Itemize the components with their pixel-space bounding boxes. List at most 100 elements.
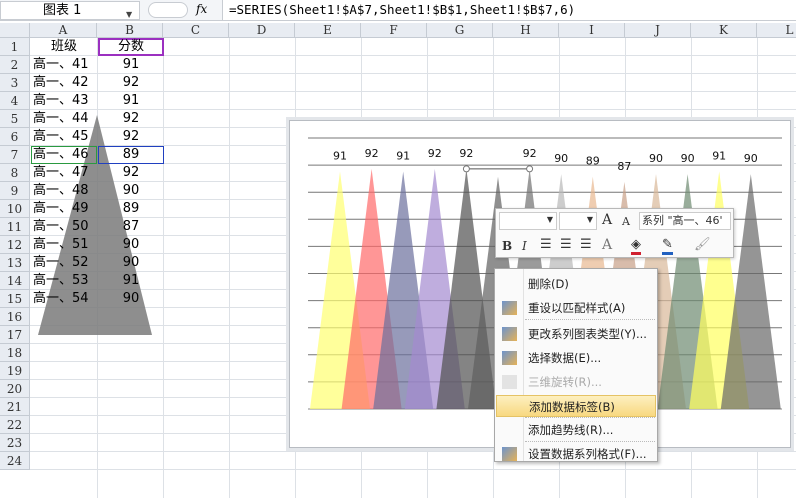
formula-cancel-button[interactable] (148, 2, 188, 18)
menu-item[interactable]: 删除(D) (496, 273, 656, 295)
data-label: 90 (649, 152, 663, 165)
cell-score[interactable]: 92 (98, 128, 164, 146)
selected-cell-a7 (31, 146, 97, 164)
row-header-22[interactable]: 22 (0, 416, 30, 434)
menu-separator (525, 319, 655, 320)
column-header-g[interactable]: G (427, 23, 493, 38)
row-header-21[interactable]: 21 (0, 398, 30, 416)
formula-bar: 图表 1 ▼ fx =SERIES(Sheet1!$A$7,Sheet1!$B$1… (0, 0, 796, 21)
row-header-23[interactable]: 23 (0, 434, 30, 452)
cell-score[interactable]: 91 (98, 56, 164, 74)
column-header-l[interactable]: L (757, 23, 796, 38)
chart-type-icon (502, 327, 517, 341)
cell-class[interactable]: 高一、44 (33, 110, 89, 128)
italic-button[interactable]: I (522, 239, 527, 253)
menu-item-label: 添加趋势线(R)... (528, 423, 614, 437)
column-header-e[interactable]: E (295, 23, 361, 38)
menu-separator (525, 417, 655, 418)
menu-item-label: 三维旋转(R)... (528, 375, 602, 389)
column-header-k[interactable]: K (691, 23, 757, 38)
cell-score[interactable]: 89 (98, 146, 164, 164)
cell-score[interactable]: 92 (98, 110, 164, 128)
menu-item[interactable]: 设置数据系列格式(F)... (496, 443, 656, 465)
cell-class[interactable]: 高一、52 (33, 254, 89, 272)
align-left-button[interactable]: ☰ (540, 237, 552, 252)
cell-class[interactable]: 高一、51 (33, 236, 89, 254)
menu-item[interactable]: 添加数据标签(B) (496, 395, 656, 417)
insert-function-icon[interactable]: fx (196, 2, 207, 16)
cell-class[interactable]: 高一、48 (33, 182, 89, 200)
menu-separator (525, 441, 655, 442)
name-box-value: 图表 1 (43, 3, 82, 18)
cell-class[interactable]: 高一、41 (33, 56, 89, 74)
select-data-icon (502, 351, 517, 365)
row-header-20[interactable]: 20 (0, 380, 30, 398)
context-menu: 删除(D) 重设以匹配样式(A) 更改系列图表类型(Y)... 选择数据(E)... 三… (494, 268, 658, 462)
menu-item[interactable]: 三维旋转(R)... (496, 371, 656, 393)
gridline (30, 451, 796, 452)
cell-a1[interactable]: 班级 (31, 38, 97, 56)
outline-color-icon[interactable]: ✎ (662, 237, 673, 255)
chevron-down-icon[interactable]: ▼ (126, 6, 132, 23)
font-size-select[interactable]: ▼ (559, 212, 597, 230)
data-label: 90 (744, 152, 758, 165)
cell-class[interactable]: 高一、49 (33, 200, 89, 218)
menu-item-label: 更改系列图表类型(Y)... (528, 327, 647, 341)
column-header-i[interactable]: I (559, 23, 625, 38)
format-series-icon (502, 447, 517, 461)
shrink-font-button[interactable]: A (622, 215, 630, 228)
font-color-button[interactable]: A (602, 237, 612, 253)
3d-rotate-icon (502, 375, 517, 389)
data-label: 91 (333, 149, 347, 162)
data-label: 90 (554, 152, 568, 165)
row-header-19[interactable]: 19 (0, 362, 30, 380)
menu-item-label: 重设以匹配样式(A) (528, 301, 626, 315)
format-painter-icon[interactable]: 🖌 (694, 237, 711, 252)
column-header-d[interactable]: D (229, 23, 295, 38)
cell-class[interactable]: 高一、50 (33, 218, 89, 236)
data-label: 91 (712, 149, 726, 162)
cell-score[interactable]: 90 (98, 254, 164, 272)
cell-class[interactable]: 高一、43 (33, 92, 89, 110)
chevron-down-icon: ▼ (586, 215, 593, 224)
data-label: 90 (681, 152, 695, 165)
bold-button[interactable]: B (502, 239, 512, 253)
name-box[interactable]: 图表 1 ▼ (0, 1, 140, 20)
cell-score[interactable]: 89 (98, 200, 164, 218)
formula-input[interactable]: =SERIES(Sheet1!$A$7,Sheet1!$B$1,Sheet1!$… (222, 0, 796, 20)
cell-score[interactable]: 90 (98, 236, 164, 254)
menu-item[interactable]: 更改系列图表类型(Y)... (496, 323, 656, 345)
menu-item[interactable]: 重设以匹配样式(A) (496, 297, 656, 319)
cell-score[interactable]: 87 (98, 218, 164, 236)
column-header-j[interactable]: J (625, 23, 691, 38)
cell-score[interactable]: 91 (98, 92, 164, 110)
grow-font-button[interactable]: A (602, 212, 612, 228)
menu-item-label: 添加数据标签(B) (529, 400, 615, 414)
fill-color-icon[interactable]: ◈ (631, 237, 641, 255)
align-right-button[interactable]: ☰ (580, 237, 592, 252)
data-label: 92 (459, 147, 473, 160)
menu-item[interactable]: 添加趋势线(R)... (496, 419, 656, 441)
font-select[interactable]: ▼ (499, 212, 557, 230)
menu-item[interactable]: 选择数据(E)... (496, 347, 656, 369)
align-center-button[interactable]: ☰ (560, 237, 572, 252)
cell-score[interactable]: 92 (98, 74, 164, 92)
column-header-h[interactable]: H (493, 23, 559, 38)
cell-class[interactable]: 高一、54 (33, 290, 89, 308)
cell-b1[interactable]: 分数 (98, 38, 164, 56)
cell-class[interactable]: 高一、47 (33, 164, 89, 182)
gridline (30, 469, 796, 470)
mini-toolbar: ▼ ▼ A A 系列 "高一、46' B I ☰ ☰ ☰ A ◈ ✎ 🖌 (495, 208, 734, 258)
cell-score[interactable]: 91 (98, 272, 164, 290)
cell-score[interactable]: 92 (98, 164, 164, 182)
menu-item-label: 设置数据系列格式(F)... (528, 447, 647, 461)
cell-score[interactable]: 90 (98, 290, 164, 308)
cell-score[interactable]: 90 (98, 182, 164, 200)
cell-class[interactable]: 高一、42 (33, 74, 89, 92)
column-header-f[interactable]: F (361, 23, 427, 38)
cell-class[interactable]: 高一、53 (33, 272, 89, 290)
series-select[interactable]: 系列 "高一、46' (639, 212, 731, 230)
cell-class[interactable]: 高一、45 (33, 128, 89, 146)
selection-handle (462, 165, 470, 173)
row-header-24[interactable]: 24 (0, 452, 30, 470)
